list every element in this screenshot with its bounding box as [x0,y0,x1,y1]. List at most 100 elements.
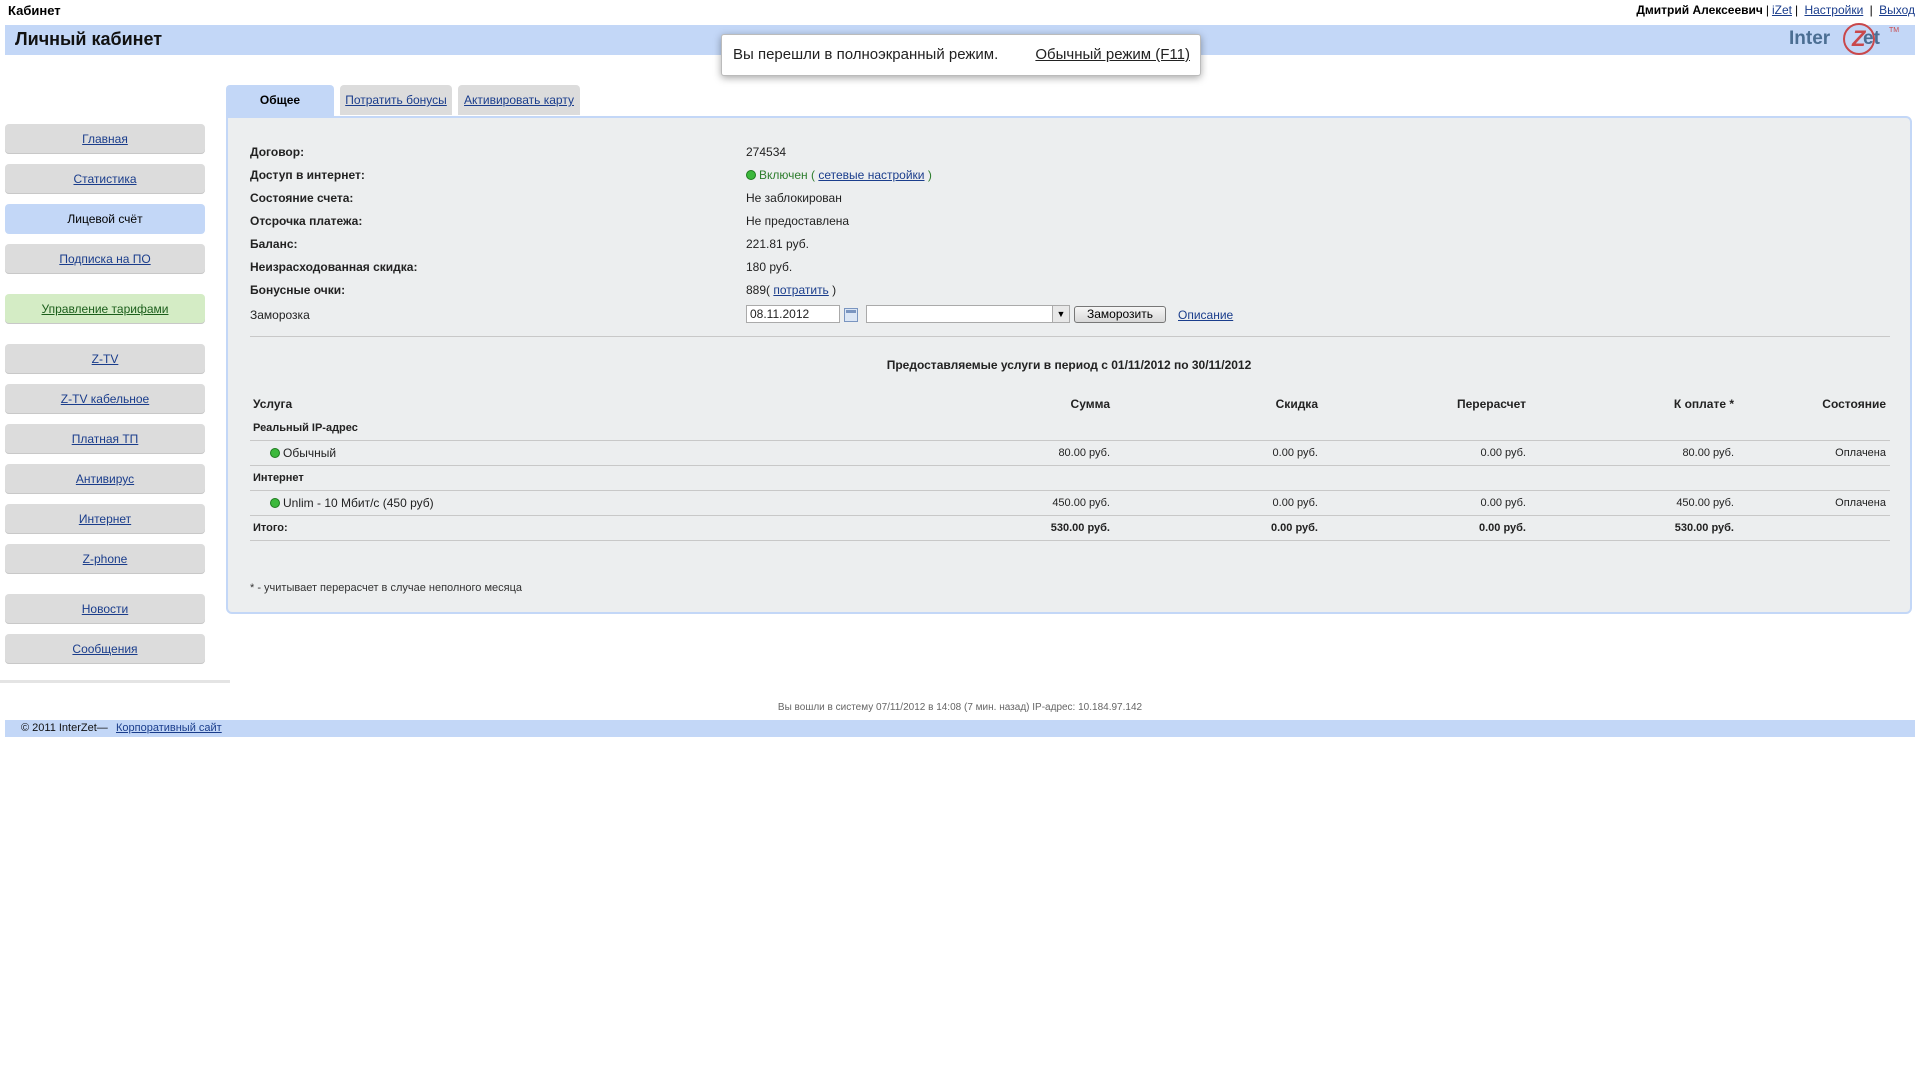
sidebar-item-antivirus[interactable]: Антивирус [5,464,205,494]
balance-row: Баланс: 221.81 руб. [250,237,1890,257]
total-sum: 530.00 руб. [1050,522,1110,534]
service-to-pay: 80.00 руб. [1682,447,1734,459]
discount-label: Неизрасходованная скидка: [250,260,418,274]
service-discount: 0.00 руб. [1272,447,1318,459]
freeze-row: Заморозка 08.11.2012 ▼ Заморозить Описан… [250,305,1890,328]
total-discount: 0.00 руб. [1270,522,1318,534]
col-discount: Скидка [1275,397,1318,411]
login-info: Вы вошли в систему 07/11/2012 в 14:08 (7… [777,702,1143,713]
balance-value: 221.81 руб. [746,237,809,251]
account-state-label: Состояние счета: [250,191,354,205]
discount-value: 180 руб. [746,260,793,274]
tab-activate-card[interactable]: Активировать карту [458,85,580,115]
site-title: Кабинет [8,3,61,18]
group-name: Интернет [253,472,304,484]
group-name: Реальный IP-адрес [253,422,358,434]
status-dot-icon [746,170,756,180]
bonus-label: Бонусные очки: [250,283,346,297]
sidebar-item-news[interactable]: Новости [5,594,205,624]
total-label: Итого: [253,522,288,534]
service-name-text: Unlim - 10 Мбит/с (450 руб) [283,496,434,510]
sidebar-item-paid-support[interactable]: Платная ТП [5,424,205,454]
service-to-pay: 450.00 руб. [1676,497,1734,509]
network-settings-link[interactable]: сетевые настройки [818,168,924,182]
freeze-period-select[interactable]: ▼ [866,305,1070,323]
sidebar-item-zphone[interactable]: Z-phone [5,544,205,574]
status-dot-icon [270,498,280,508]
total-to-pay: 530.00 руб. [1674,522,1734,534]
freeze-label: Заморозка [250,308,310,322]
balance-label: Баланс: [250,237,298,251]
service-name: Обычный [270,441,336,465]
sidebar-item-ztv-cable[interactable]: Z-TV кабельное [5,384,205,414]
exit-fullscreen-link[interactable]: Обычный режим (F11) [1035,46,1190,63]
freeze-date-input[interactable]: 08.11.2012 [746,305,840,323]
contract-label: Договор: [250,145,305,159]
service-sum: 80.00 руб. [1058,447,1110,459]
paren-open: ( [811,168,816,182]
sidebar-divider [0,680,230,683]
bonus-value-group: 889( потратить ) [746,283,836,297]
izet-link[interactable]: iZet [1772,3,1792,17]
footer-bar: © 2011 InterZet— Корпоративный сайт [5,720,1915,737]
col-recalc: Перерасчет [1456,397,1526,411]
services-title: Предоставляемые услуги в период с 01/11/… [886,358,1252,372]
corporate-site-link[interactable]: Корпоративный сайт [116,722,222,734]
separator: | [1794,3,1799,17]
account-state-row: Состояние счета: Не заблокирован [250,191,1890,211]
footnote: * - учитывает перерасчет в случае неполн… [250,582,523,594]
sidebar-item-account[interactable]: Лицевой счёт [5,204,205,234]
col-to-pay: К оплате * [1673,397,1734,411]
account-panel: Договор: 274534 Доступ в интернет: Включ… [226,116,1912,614]
services-table: Услуга Сумма Скидка Перерасчет К оплате … [250,392,1890,541]
logout-link[interactable]: Выход [1879,3,1915,17]
logo-text-right: et [1863,28,1880,49]
service-state: Оплачена [1835,497,1886,509]
sidebar-item-messages[interactable]: Сообщения [5,634,205,664]
service-recalc: 0.00 руб. [1480,447,1526,459]
account-state-value: Не заблокирован [746,191,842,205]
interzet-logo: Inter Z et TM [1789,23,1900,59]
calendar-icon[interactable] [844,308,858,322]
col-sum: Сумма [1070,397,1110,411]
paren-close: ) [927,168,932,182]
sidebar-item-ztv[interactable]: Z-TV [5,344,205,374]
paren-close: ) [832,283,837,297]
logo-text-left: Inter [1789,28,1831,49]
service-recalc: 0.00 руб. [1480,497,1526,509]
group-row: Интернет [250,466,1890,491]
settings-link[interactable]: Настройки [1804,3,1863,17]
contract-value: 274534 [746,145,787,159]
tab-general[interactable]: Общее [226,85,334,117]
separator: | [1765,3,1769,17]
logo-trademark: TM [1889,27,1900,34]
service-sum: 450.00 руб. [1052,497,1110,509]
bonus-value: 889( [746,283,771,297]
sidebar-item-main[interactable]: Главная [5,124,205,154]
sidebar-item-software-subscription[interactable]: Подписка на ПО [5,244,205,274]
status-dot-icon [270,448,280,458]
sidebar-item-statistics[interactable]: Статистика [5,164,205,194]
deferral-value: Не предоставлена [746,214,850,228]
copyright: © 2011 InterZet— [21,722,108,734]
sidebar-item-tariff-management[interactable]: Управление тарифами [5,294,205,324]
section-divider [250,336,1890,337]
bonus-row: Бонусные очки: 889( потратить ) [250,283,1890,303]
fullscreen-message: Вы перешли в полноэкранный режим. [733,46,999,63]
page-title: Личный кабинет [15,29,163,49]
freeze-button[interactable]: Заморозить [1074,306,1166,323]
sidebar-item-internet[interactable]: Интернет [5,504,205,534]
chevron-down-icon[interactable]: ▼ [1052,306,1069,322]
col-service: Услуга [253,397,293,411]
service-state: Оплачена [1835,447,1886,459]
spend-bonus-link[interactable]: потратить [773,283,828,297]
description-link[interactable]: Описание [1178,308,1233,322]
service-name: Unlim - 10 Мбит/с (450 руб) [270,491,434,515]
separator: | [1866,3,1877,17]
internet-label: Доступ в интернет: [250,168,365,182]
table-row: Обычный 80.00 руб. 0.00 руб. 0.00 руб. 8… [250,441,1890,466]
fullscreen-notice: Вы перешли в полноэкранный режим. Обычны… [721,34,1201,76]
internet-row: Доступ в интернет: Включен ( сетевые нас… [250,168,1890,188]
tab-spend-bonuses[interactable]: Потратить бонусы [340,85,452,115]
internet-status: Включен ( сетевые настройки ) [746,168,932,182]
